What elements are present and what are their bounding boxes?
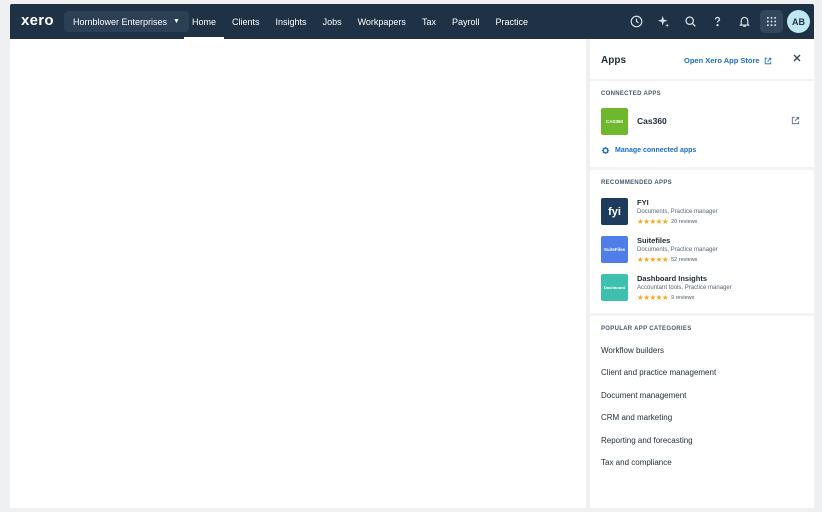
external-link-icon[interactable] [791, 116, 800, 125]
nav-practice[interactable]: Practice [487, 4, 536, 39]
nav-insights[interactable]: Insights [268, 4, 315, 39]
star-rating-icon: ★★★★★ [637, 293, 669, 302]
search-icon[interactable] [679, 10, 702, 33]
app-categories: Documents, Practice manager [637, 209, 718, 215]
category-workflow-builders[interactable]: Workflow builders [601, 346, 664, 355]
suitefiles-logo-text: SuiteFiles [603, 247, 626, 252]
connected-apps-label: CONNECTED APPS [601, 91, 661, 97]
connected-app-name[interactable]: Cas360 [637, 116, 667, 126]
top-icon-group: AB [625, 10, 810, 33]
app-rating: ★★★★★ 20 reviews [637, 217, 697, 226]
apps-panel: Apps Open Xero App Store CONNECTED APPS … [590, 39, 814, 508]
open-app-store-link[interactable]: Open Xero App Store [684, 56, 772, 65]
app-rating: ★★★★★ 9 reviews [637, 293, 694, 302]
app-rating: ★★★★★ 52 reviews [637, 255, 697, 264]
clock-icon[interactable] [625, 10, 648, 33]
category-reporting-forecasting[interactable]: Reporting and forecasting [601, 436, 693, 445]
organisation-name: Hornblower Enterprises [73, 16, 168, 27]
app-name: Dashboard Insights [637, 274, 708, 283]
recommended-app-dashboard-insights[interactable]: Dashboard Dashboard Insights Accountant … [601, 274, 801, 304]
app-categories: Accountant tools, Practice manager [637, 285, 732, 291]
open-app-store-label: Open Xero App Store [684, 56, 760, 65]
review-count: 9 reviews [671, 294, 695, 301]
category-client-practice-management[interactable]: Client and practice management [601, 368, 716, 377]
xero-logo[interactable]: xero [21, 12, 54, 29]
recommended-app-suitefiles[interactable]: SuiteFiles Suitefiles Documents, Practic… [601, 236, 801, 266]
top-navigation-bar: xero Hornblower Enterprises ▼ Home Clien… [10, 4, 814, 39]
app-name: Suitefiles [637, 236, 671, 245]
help-icon[interactable] [706, 10, 729, 33]
suitefiles-logo: SuiteFiles [601, 236, 628, 263]
nav-jobs[interactable]: Jobs [315, 4, 350, 39]
caret-down-icon: ▼ [173, 18, 180, 25]
user-avatar[interactable]: AB [787, 10, 810, 33]
nav-tax[interactable]: Tax [414, 4, 444, 39]
fyi-logo-text: fyi [608, 205, 621, 218]
main-nav: Home Clients Insights Jobs Workpapers Ta… [184, 4, 536, 39]
app-name: FYI [637, 198, 649, 207]
star-rating-icon: ★★★★★ [637, 255, 669, 264]
category-crm-marketing[interactable]: CRM and marketing [601, 413, 672, 422]
review-count: 20 reviews [671, 218, 698, 225]
organisation-switcher[interactable]: Hornblower Enterprises ▼ [64, 11, 189, 32]
fyi-logo: fyi [601, 198, 628, 225]
recommended-apps-section: RECOMMENDED APPS fyi FYI Documents, Prac… [590, 170, 814, 313]
nav-clients[interactable]: Clients [224, 4, 268, 39]
category-tax-compliance[interactable]: Tax and compliance [601, 458, 672, 467]
main-content-area [10, 39, 586, 508]
close-icon[interactable] [792, 53, 802, 63]
recommended-apps-label: RECOMMENDED APPS [601, 180, 672, 186]
cas360-logo-text: CAS360 [605, 119, 623, 124]
external-link-icon [764, 57, 771, 64]
app-window: xero Hornblower Enterprises ▼ Home Clien… [10, 4, 814, 508]
panel-title: Apps [601, 55, 626, 66]
sparkle-icon[interactable] [652, 10, 675, 33]
apps-panel-header: Apps Open Xero App Store [590, 39, 814, 79]
category-document-management[interactable]: Document management [601, 391, 686, 400]
manage-connected-apps-link[interactable]: Manage connected apps [601, 146, 696, 155]
nav-home[interactable]: Home [184, 4, 225, 39]
dashboard-insights-logo: Dashboard [601, 274, 628, 301]
recommended-app-fyi[interactable]: fyi FYI Documents, Practice manager ★★★★… [601, 198, 801, 228]
nav-workpapers[interactable]: Workpapers [350, 4, 414, 39]
app-categories: Documents, Practice manager [637, 247, 718, 253]
nav-payroll[interactable]: Payroll [444, 4, 488, 39]
gear-icon [601, 147, 610, 154]
app-grid-icon[interactable] [760, 10, 783, 33]
bell-icon[interactable] [733, 10, 756, 33]
popular-categories-label: POPULAR APP CATEGORIES [601, 326, 692, 332]
popular-categories-section: POPULAR APP CATEGORIES Workflow builders… [590, 316, 814, 508]
star-rating-icon: ★★★★★ [637, 217, 669, 226]
dashboard-insights-logo-text: Dashboard [604, 285, 625, 290]
review-count: 52 reviews [671, 256, 698, 263]
manage-connected-apps-label: Manage connected apps [615, 147, 697, 154]
cas360-logo[interactable]: CAS360 [601, 108, 628, 135]
connected-apps-section: CONNECTED APPS CAS360 Cas360 Manage conn… [590, 81, 814, 167]
